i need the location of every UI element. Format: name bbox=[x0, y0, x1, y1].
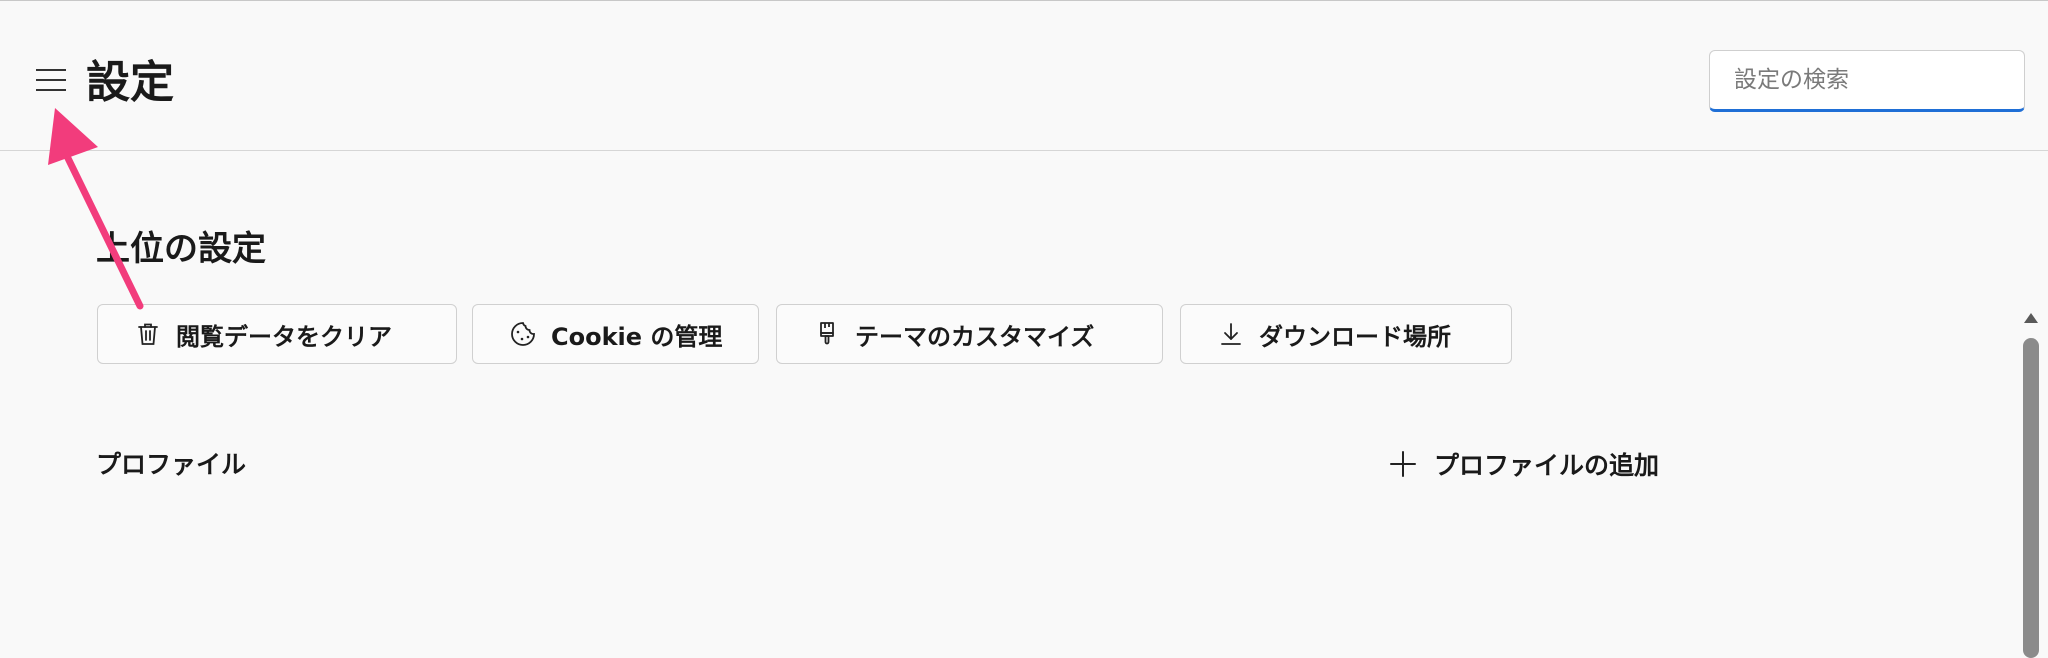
plus-icon bbox=[1388, 449, 1418, 479]
customize-theme-button[interactable]: テーマのカスタマイズ bbox=[776, 304, 1163, 364]
add-profile-button[interactable]: プロファイルの追加 bbox=[1388, 444, 1659, 484]
download-location-label: ダウンロード場所 bbox=[1259, 322, 1451, 351]
menu-icon[interactable] bbox=[34, 67, 68, 93]
scrollbar-thumb[interactable] bbox=[2023, 338, 2039, 658]
clear-browsing-data-label: 閲覧データをクリア bbox=[176, 322, 392, 351]
scrollbar[interactable] bbox=[2016, 301, 2048, 658]
trash-icon bbox=[134, 320, 162, 348]
settings-main: 上位の設定 閲覧データをクリア Cookie の管理 テーマのカスタマイズ ダウ… bbox=[0, 151, 2048, 658]
manage-cookies-label: Cookie の管理 bbox=[551, 322, 723, 351]
page-title: 設定 bbox=[86, 57, 174, 108]
download-icon bbox=[1217, 320, 1245, 348]
scroll-up-arrow-icon[interactable] bbox=[2024, 313, 2038, 323]
settings-search-input[interactable] bbox=[1709, 50, 2025, 112]
manage-cookies-button[interactable]: Cookie の管理 bbox=[472, 304, 759, 364]
add-profile-label: プロファイルの追加 bbox=[1434, 451, 1660, 480]
download-location-button[interactable]: ダウンロード場所 bbox=[1180, 304, 1512, 364]
customize-theme-label: テーマのカスタマイズ bbox=[855, 322, 1095, 351]
profile-section-label: プロファイル bbox=[96, 450, 247, 479]
paintbrush-icon bbox=[813, 320, 841, 348]
cookie-icon bbox=[509, 320, 537, 348]
section-title: 上位の設定 bbox=[96, 229, 266, 269]
settings-header: 設定 bbox=[0, 1, 2048, 151]
clear-browsing-data-button[interactable]: 閲覧データをクリア bbox=[97, 304, 457, 364]
